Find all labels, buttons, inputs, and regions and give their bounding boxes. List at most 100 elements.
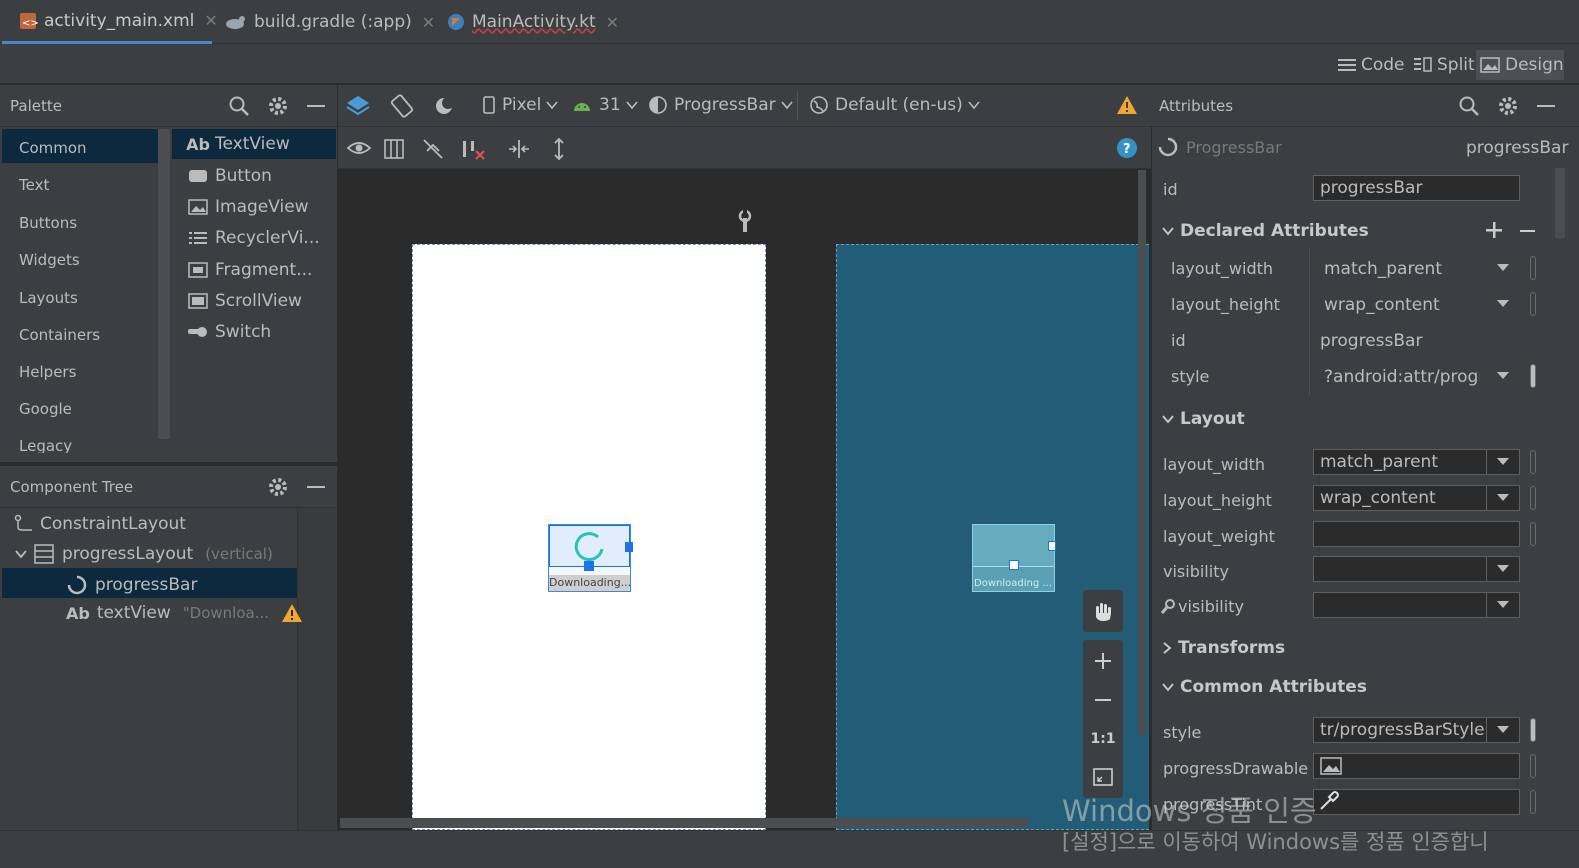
tree-row-progresslayout[interactable]: progressLayout (vertical): [14, 544, 273, 564]
close-tab-icon[interactable]: ✕: [422, 13, 435, 32]
eyedropper-icon[interactable]: [1318, 790, 1340, 812]
help-icon[interactable]: ?: [1116, 137, 1138, 159]
chevron-down-icon[interactable]: [14, 547, 28, 561]
declared-style-value[interactable]: ?android:attr/progr: [1324, 367, 1480, 387]
close-tab-icon[interactable]: ✕: [606, 13, 619, 32]
blueprint-progress-bar[interactable]: [973, 525, 1056, 570]
layout-width-dropdown[interactable]: [1486, 449, 1520, 475]
resize-handle[interactable]: [625, 542, 633, 552]
layers-icon[interactable]: [345, 93, 371, 119]
declared-layout-width-value[interactable]: match_parent: [1324, 259, 1442, 279]
layout-height-dropdown[interactable]: [1486, 485, 1520, 511]
resize-handle[interactable]: [584, 561, 594, 571]
close-tab-icon[interactable]: ✕: [204, 11, 217, 30]
palette-category-helpers[interactable]: Helpers: [19, 363, 76, 381]
tab-main-activity[interactable]: MainActivity.kt ✕: [446, 0, 619, 44]
canvas-horizontal-scrollbar[interactable]: [340, 818, 1028, 828]
zoom-in-button[interactable]: [1083, 646, 1123, 676]
attribute-indicator[interactable]: [1530, 256, 1536, 280]
palette-category-google[interactable]: Google: [19, 400, 72, 418]
tree-row-constraintlayout[interactable]: ConstraintLayout: [14, 514, 186, 534]
code-mode-button[interactable]: Code: [1334, 50, 1409, 80]
attribute-indicator[interactable]: [1530, 486, 1536, 510]
progress-bar-preview[interactable]: [549, 525, 633, 571]
canvas-vertical-scrollbar[interactable]: [1138, 170, 1146, 735]
design-mode-button[interactable]: Design: [1476, 50, 1564, 80]
declared-style-dropdown[interactable]: [1486, 363, 1520, 389]
resize-handle[interactable]: [1009, 560, 1019, 570]
tab-activity-main[interactable]: <> activity_main.xml ✕: [2, 0, 218, 44]
eye-icon[interactable]: [346, 138, 372, 160]
resize-handle[interactable]: [1048, 541, 1056, 551]
image-icon[interactable]: [1320, 757, 1342, 775]
blueprint-textview[interactable]: Downloading ...: [974, 577, 1053, 591]
visibility-field[interactable]: [1313, 556, 1487, 582]
palette-category-buttons[interactable]: Buttons: [19, 214, 77, 232]
palette-category-common[interactable]: Common: [19, 139, 87, 157]
attribute-indicator[interactable]: [1530, 790, 1536, 814]
zoom-out-button[interactable]: [1083, 685, 1123, 715]
palette-item-fragment[interactable]: Fragment...: [187, 260, 312, 280]
attribute-indicator[interactable]: [1530, 292, 1536, 316]
minimize-icon[interactable]: [307, 486, 325, 488]
layout-height-field[interactable]: wrap_content: [1313, 485, 1487, 511]
id-field[interactable]: progressBar: [1313, 175, 1520, 201]
visibility-dropdown[interactable]: [1486, 556, 1520, 582]
palette-item-scrollview[interactable]: ScrollView: [187, 291, 302, 311]
autoconnect-off-icon[interactable]: [421, 137, 445, 161]
minimize-icon[interactable]: [307, 105, 325, 107]
tab-build-gradle[interactable]: build.gradle (:app) ✕: [224, 0, 435, 44]
theme-selector[interactable]: ProgressBar: [648, 95, 793, 115]
declared-layout-height-value[interactable]: wrap_content: [1324, 295, 1440, 315]
attribute-indicator[interactable]: [1530, 364, 1536, 388]
pack-horizontal-icon[interactable]: [507, 137, 531, 161]
margins-icon[interactable]: [383, 138, 405, 160]
declared-layout-width-dropdown[interactable]: [1486, 255, 1520, 281]
search-icon[interactable]: [228, 95, 250, 117]
warning-icon[interactable]: [1116, 95, 1138, 115]
palette-category-containers[interactable]: Containers: [19, 326, 100, 344]
tools-visibility-field[interactable]: [1313, 592, 1487, 618]
zoom-actual-size-button[interactable]: 1:1: [1083, 724, 1123, 754]
gear-icon[interactable]: [267, 476, 289, 498]
palette-item-textview[interactable]: Ab TextView: [186, 134, 290, 154]
remove-attribute-icon[interactable]: [1520, 230, 1535, 232]
tools-visibility-dropdown[interactable]: [1486, 592, 1520, 618]
wrench-icon[interactable]: [736, 210, 754, 234]
layout-weight-field[interactable]: [1313, 521, 1520, 547]
orientation-icon[interactable]: [389, 93, 415, 119]
gear-icon[interactable]: [1497, 95, 1519, 117]
attribute-indicator[interactable]: [1530, 522, 1536, 546]
device-selector[interactable]: Pixel: [483, 95, 558, 115]
night-mode-icon[interactable]: [432, 93, 458, 119]
locale-selector[interactable]: Default (en-us): [809, 95, 980, 115]
palette-scrollbar[interactable]: [158, 129, 170, 439]
declared-layout-height-dropdown[interactable]: [1486, 291, 1520, 317]
declared-id-value[interactable]: progressBar: [1320, 331, 1422, 351]
clear-constraints-icon[interactable]: [461, 137, 487, 161]
palette-item-imageview[interactable]: ImageView: [187, 197, 309, 217]
palette-item-button[interactable]: Button: [187, 166, 272, 186]
palette-category-text[interactable]: Text: [19, 176, 49, 194]
tree-row-textview[interactable]: Ab textView "Downloa...: [66, 603, 303, 623]
gear-icon[interactable]: [267, 95, 289, 117]
palette-category-layouts[interactable]: Layouts: [19, 289, 78, 307]
warning-icon[interactable]: [281, 603, 303, 623]
attribute-indicator[interactable]: [1530, 754, 1536, 778]
declared-attributes-header[interactable]: Declared Attributes: [1152, 214, 1546, 248]
minimize-icon[interactable]: [1537, 105, 1555, 107]
attributes-scrollbar[interactable]: [1555, 168, 1565, 238]
attribute-indicator[interactable]: [1530, 450, 1536, 474]
api-level-selector[interactable]: 31: [572, 95, 638, 115]
palette-item-switch[interactable]: Switch: [187, 322, 271, 342]
layout-section-header[interactable]: Layout: [1152, 402, 1546, 436]
search-icon[interactable]: [1458, 95, 1480, 117]
layout-width-field[interactable]: match_parent: [1313, 449, 1487, 475]
textview-preview[interactable]: Downloading...: [549, 575, 630, 591]
blueprint-layout-selection[interactable]: Downloading ...: [972, 524, 1056, 592]
common-style-field[interactable]: tr/progressBarStyle: [1313, 717, 1487, 743]
tree-row-progressbar[interactable]: progressBar: [66, 574, 197, 596]
palette-category-legacy[interactable]: Legacy: [19, 437, 72, 453]
common-attributes-header[interactable]: Common Attributes: [1152, 670, 1546, 704]
progress-tint-field[interactable]: [1313, 789, 1520, 815]
